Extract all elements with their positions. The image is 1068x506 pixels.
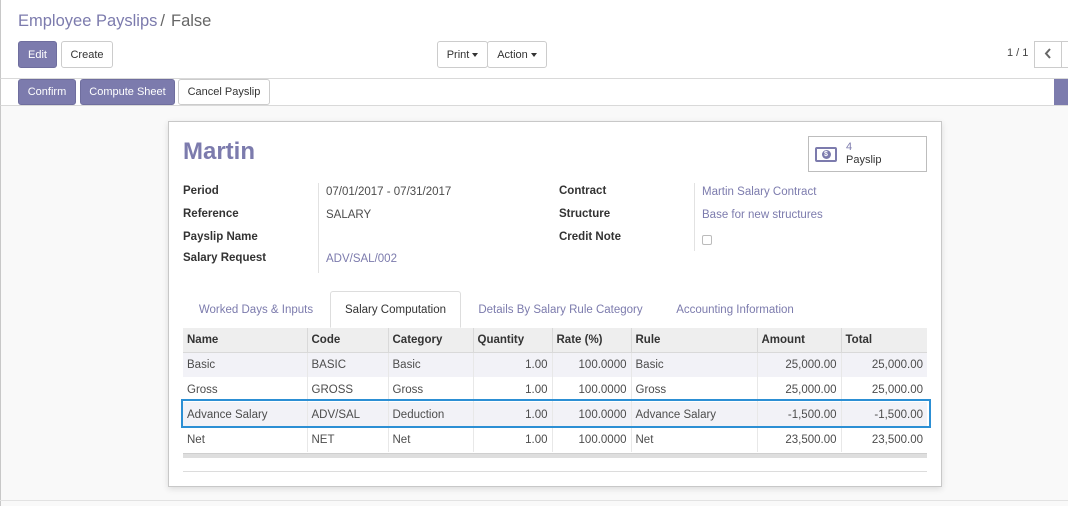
edit-button[interactable]: Edit — [18, 41, 57, 68]
pager-next-button[interactable] — [1061, 41, 1068, 68]
contract-label: Contract — [559, 185, 607, 197]
print-label: Print — [446, 48, 470, 61]
cell-code: ADV/SAL — [307, 402, 389, 427]
cell-rate: 100.0000 — [552, 377, 632, 402]
payslip-smart-button[interactable]: $ 4 Payslip — [808, 136, 927, 172]
column-header-name[interactable]: Name — [183, 328, 308, 353]
cell-quantity: 1.00 — [473, 427, 553, 452]
cell-category: Basic — [388, 352, 474, 377]
breadcrumb-separator: / — [160, 12, 165, 30]
table-bottom-border — [183, 471, 927, 472]
cell-name: Advance Salary — [183, 402, 308, 427]
field-separator — [318, 183, 319, 273]
table-row[interactable]: Net NET Net 1.00 100.0000 Net 23,500.00 … — [183, 427, 927, 452]
compute-sheet-button[interactable]: Compute Sheet — [80, 79, 175, 105]
action-label: Action — [497, 48, 528, 61]
cell-amount: 25,000.00 — [757, 377, 842, 402]
table-header-row: Name Code Category Quantity Rate (%) Rul… — [183, 328, 927, 353]
reference-label: Reference — [183, 208, 239, 220]
field-separator — [694, 183, 695, 251]
column-header-amount[interactable]: Amount — [757, 328, 842, 353]
column-header-category[interactable]: Category — [388, 328, 474, 353]
cell-amount: 23,500.00 — [757, 427, 842, 452]
money-icon: $ — [815, 147, 837, 162]
cell-category: Deduction — [388, 402, 474, 427]
caret-down-icon — [530, 53, 537, 57]
credit-note-label: Credit Note — [559, 231, 621, 243]
cell-rule: Gross — [631, 377, 758, 402]
cell-category: Gross — [388, 377, 474, 402]
employee-name: Martin — [183, 138, 255, 165]
caret-down-icon — [472, 53, 479, 57]
tab-details-by-salary-rule-category[interactable]: Details By Salary Rule Category — [462, 291, 659, 328]
cell-rate: 100.0000 — [552, 352, 632, 377]
control-panel: Employee Payslips / False Edit Create Prin… — [0, 0, 1068, 78]
tab-worked-days-inputs[interactable]: Worked Days & Inputs — [183, 291, 329, 328]
salary-request-link[interactable]: ADV/SAL/002 — [326, 253, 397, 265]
print-dropdown-button[interactable]: Print — [437, 41, 488, 68]
period-label: Period — [183, 185, 219, 197]
column-header-total[interactable]: Total — [841, 328, 927, 353]
status-accent — [1054, 79, 1068, 105]
bottom-divider — [0, 500, 1068, 501]
cancel-payslip-button[interactable]: Cancel Payslip — [178, 79, 270, 105]
payslip-label: Payslip — [846, 154, 882, 166]
cell-name: Basic — [183, 352, 308, 377]
reference-value: SALARY — [326, 209, 372, 221]
confirm-button[interactable]: Confirm — [18, 79, 76, 105]
salary-computation-table: Name Code Category Quantity Rate (%) Rul… — [183, 328, 927, 452]
cell-total: 25,000.00 — [871, 383, 923, 396]
cell-rule: Advance Salary — [631, 402, 758, 427]
cell-name: Gross — [183, 377, 308, 402]
pager-previous-button[interactable] — [1034, 41, 1062, 68]
cell-name: Net — [183, 427, 308, 452]
breadcrumb-current: False — [171, 12, 212, 30]
breadcrumb: Employee Payslips / False — [18, 12, 211, 31]
structure-link[interactable]: Base for new structures — [702, 209, 823, 221]
cell-quantity: 1.00 — [473, 352, 553, 377]
cell-rule: Net — [631, 427, 758, 452]
table-footer — [183, 453, 927, 458]
payslip-name-label: Payslip Name — [183, 231, 258, 243]
cell-rate: 100.0000 — [552, 402, 632, 427]
table-row[interactable]: Basic BASIC Basic 1.00 100.0000 Basic 25… — [183, 352, 927, 377]
create-button[interactable]: Create — [61, 41, 113, 68]
form-sheet: Martin $ 4 Payslip Period 07/01/2017 - 0… — [168, 121, 942, 487]
pager-value[interactable]: 1 / 1 — [1007, 47, 1028, 59]
cell-rate: 100.0000 — [552, 427, 632, 452]
column-header-rate[interactable]: Rate (%) — [552, 328, 632, 353]
credit-note-checkbox[interactable] — [702, 235, 712, 245]
tab-salary-computation[interactable]: Salary Computation — [330, 291, 461, 328]
cell-total: 25,000.00 — [841, 352, 927, 377]
cell-category: Net — [388, 427, 474, 452]
cell-amount: 25,000.00 — [757, 352, 842, 377]
cell-code: BASIC — [307, 352, 389, 377]
cell-code: GROSS — [307, 377, 389, 402]
statusbar: Confirm Compute Sheet Cancel Payslip — [0, 78, 1068, 106]
chevron-left-icon — [1044, 47, 1052, 62]
cell-rule: Basic — [631, 352, 758, 377]
notebook-tabs: Worked Days & Inputs Salary Computation … — [183, 291, 927, 328]
payslip-count: 4 — [846, 141, 853, 153]
table-row-selected[interactable]: Advance Salary ADV/SAL Deduction 1.00 10… — [183, 402, 927, 427]
column-header-rule[interactable]: Rule — [631, 328, 758, 353]
cell-code: NET — [307, 427, 389, 452]
contract-link[interactable]: Martin Salary Contract — [702, 186, 816, 198]
column-header-quantity[interactable]: Quantity — [473, 328, 553, 353]
breadcrumb-parent-link[interactable]: Employee Payslips — [18, 12, 157, 30]
period-value: 07/01/2017 - 07/31/2017 — [326, 186, 452, 198]
action-dropdown-button[interactable]: Action — [487, 41, 547, 68]
cell-total: -1,500.00 — [841, 402, 927, 427]
cell-total: 23,500.00 — [871, 433, 923, 446]
cell-quantity: 1.00 — [473, 377, 553, 402]
tab-accounting-information[interactable]: Accounting Information — [660, 291, 810, 328]
table-row[interactable]: Gross GROSS Gross 1.00 100.0000 Gross 25… — [183, 377, 927, 402]
cell-amount: -1,500.00 — [757, 402, 842, 427]
salary-request-label: Salary Request — [183, 252, 267, 264]
cell-quantity: 1.00 — [473, 402, 553, 427]
structure-label: Structure — [559, 208, 611, 220]
column-header-code[interactable]: Code — [307, 328, 389, 353]
